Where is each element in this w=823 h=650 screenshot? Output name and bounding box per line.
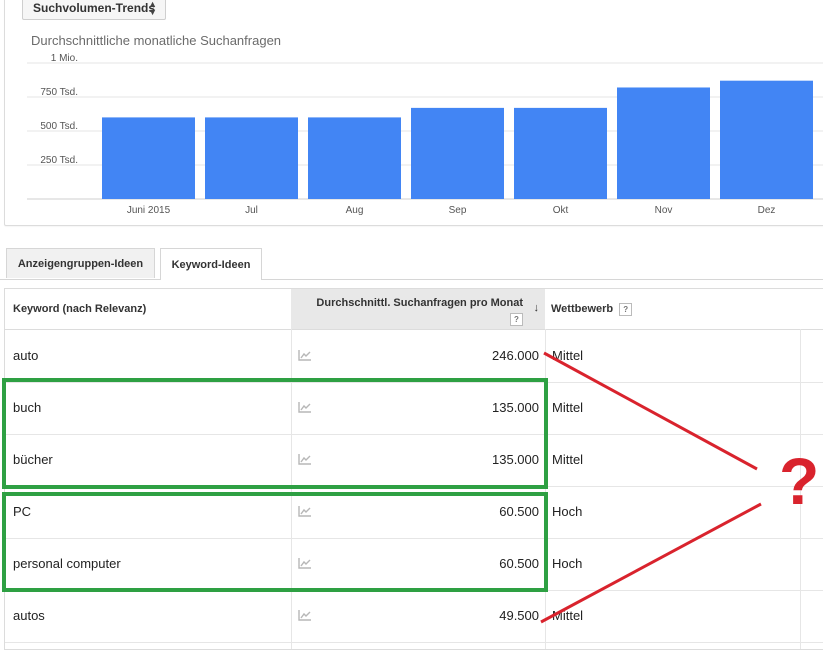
keyword-cell: bücher — [13, 452, 53, 467]
tab-label: Keyword-Ideen — [171, 258, 251, 271]
keyword-cell: buch — [13, 400, 42, 415]
table-row: auto 246.000 Mittel — [5, 330, 823, 383]
bar-juni-2015[interactable] — [102, 117, 195, 199]
header-label: Wettbewerb — [551, 303, 614, 315]
x-tick-label: Dez — [758, 205, 776, 216]
help-icon[interactable]: ? — [510, 313, 523, 326]
header-label: Keyword (nach Relevanz) — [13, 303, 147, 315]
search-volume-trends-dropdown[interactable]: Suchvolumen-Trends ▲ ▼ — [22, 0, 166, 20]
x-tick-label: Aug — [346, 205, 364, 216]
help-icon[interactable]: ? — [619, 302, 633, 316]
y-tick-label: 500 Tsd. — [40, 121, 78, 132]
trend-chart-icon[interactable] — [298, 557, 312, 569]
question-mark-annotation: ? — [779, 444, 820, 518]
tab-label: Anzeigengruppen-Ideen — [17, 257, 144, 270]
search-volume-cell: 135.000 — [492, 400, 539, 415]
table-row: buch 135.000 Mittel — [5, 382, 823, 435]
search-volume-cell: 60.500 — [499, 556, 539, 571]
x-tick-label: Okt — [553, 205, 569, 216]
bar-nov[interactable] — [617, 87, 710, 199]
keyword-cell: auto — [13, 348, 39, 363]
tabs-divider — [0, 279, 823, 280]
bar-jul[interactable] — [205, 117, 298, 199]
x-tick-label: Jul — [245, 205, 258, 216]
column-header-competition[interactable]: Wettbewerb ? — [551, 289, 811, 329]
y-tick-label: 250 Tsd. — [40, 155, 78, 166]
up-down-arrows-icon: ▲ ▼ — [148, 0, 157, 17]
competition-cell: Hoch — [552, 504, 583, 519]
search-volume-cell: 135.000 — [492, 452, 539, 467]
bar-aug[interactable] — [308, 117, 401, 199]
bar-dez[interactable] — [720, 80, 813, 199]
column-header-keyword[interactable]: Keyword (nach Relevanz) — [5, 289, 291, 329]
trend-chart-icon[interactable] — [298, 453, 312, 465]
table-row: bücher 135.000 Mittel — [5, 434, 823, 487]
tab-ad-group-ideas[interactable]: Anzeigengruppen-Ideen — [6, 248, 155, 278]
header-label: Durchschnittl. Suchanfragen pro Monat — [316, 297, 523, 309]
y-tick-label: 1 Mio. — [51, 53, 78, 64]
trend-chart-icon[interactable] — [298, 609, 312, 621]
competition-cell: Mittel — [552, 400, 584, 415]
table-row: personal computer 60.500 Hoch — [5, 538, 823, 591]
chart-title: Durchschnittliche monatliche Suchanfrage… — [31, 33, 282, 48]
y-tick-label: 750 Tsd. — [40, 87, 78, 98]
trend-chart-icon[interactable] — [298, 505, 312, 517]
keyword-cell: PC — [13, 504, 32, 519]
tab-keyword-ideas[interactable]: Keyword-Ideen — [160, 248, 262, 280]
keyword-ideas-table: Keyword (nach Relevanz) Durchschnittl. S… — [4, 288, 823, 650]
keyword-cell: autos — [13, 608, 45, 623]
competition-cell: Mittel — [552, 452, 584, 467]
search-volume-cell: 246.000 — [492, 348, 539, 363]
trend-chart-panel: 250 Tsd. 500 Tsd. 750 Tsd. 1 Mio. Juni 2015 J… — [4, 0, 823, 226]
search-volume-cell: 60.500 — [499, 504, 539, 519]
competition-cell: Hoch — [552, 556, 583, 571]
bar-okt[interactable] — [514, 107, 607, 199]
sort-descending-icon[interactable]: ↓ — [534, 301, 540, 315]
trend-chart-icon[interactable] — [298, 349, 312, 361]
bar-sep[interactable] — [411, 107, 504, 199]
keyword-cell: personal computer — [13, 556, 121, 571]
x-tick-label: Juni 2015 — [127, 205, 171, 216]
column-header-avg-searches[interactable]: Durchschnittl. Suchanfragen pro Monat ? … — [291, 289, 545, 329]
x-tick-label: Nov — [655, 205, 673, 216]
search-volume-cell: 49.500 — [499, 608, 539, 623]
x-tick-label: Sep — [449, 205, 467, 216]
competition-cell: Mittel — [552, 608, 584, 623]
competition-cell: Mittel — [552, 348, 584, 363]
table-row: PC 60.500 Hoch — [5, 486, 823, 539]
trend-chart-icon[interactable] — [298, 401, 312, 413]
dropdown-label: Suchvolumen-Trends — [33, 1, 156, 15]
table-row: autos 49.500 Mittel — [5, 590, 823, 643]
